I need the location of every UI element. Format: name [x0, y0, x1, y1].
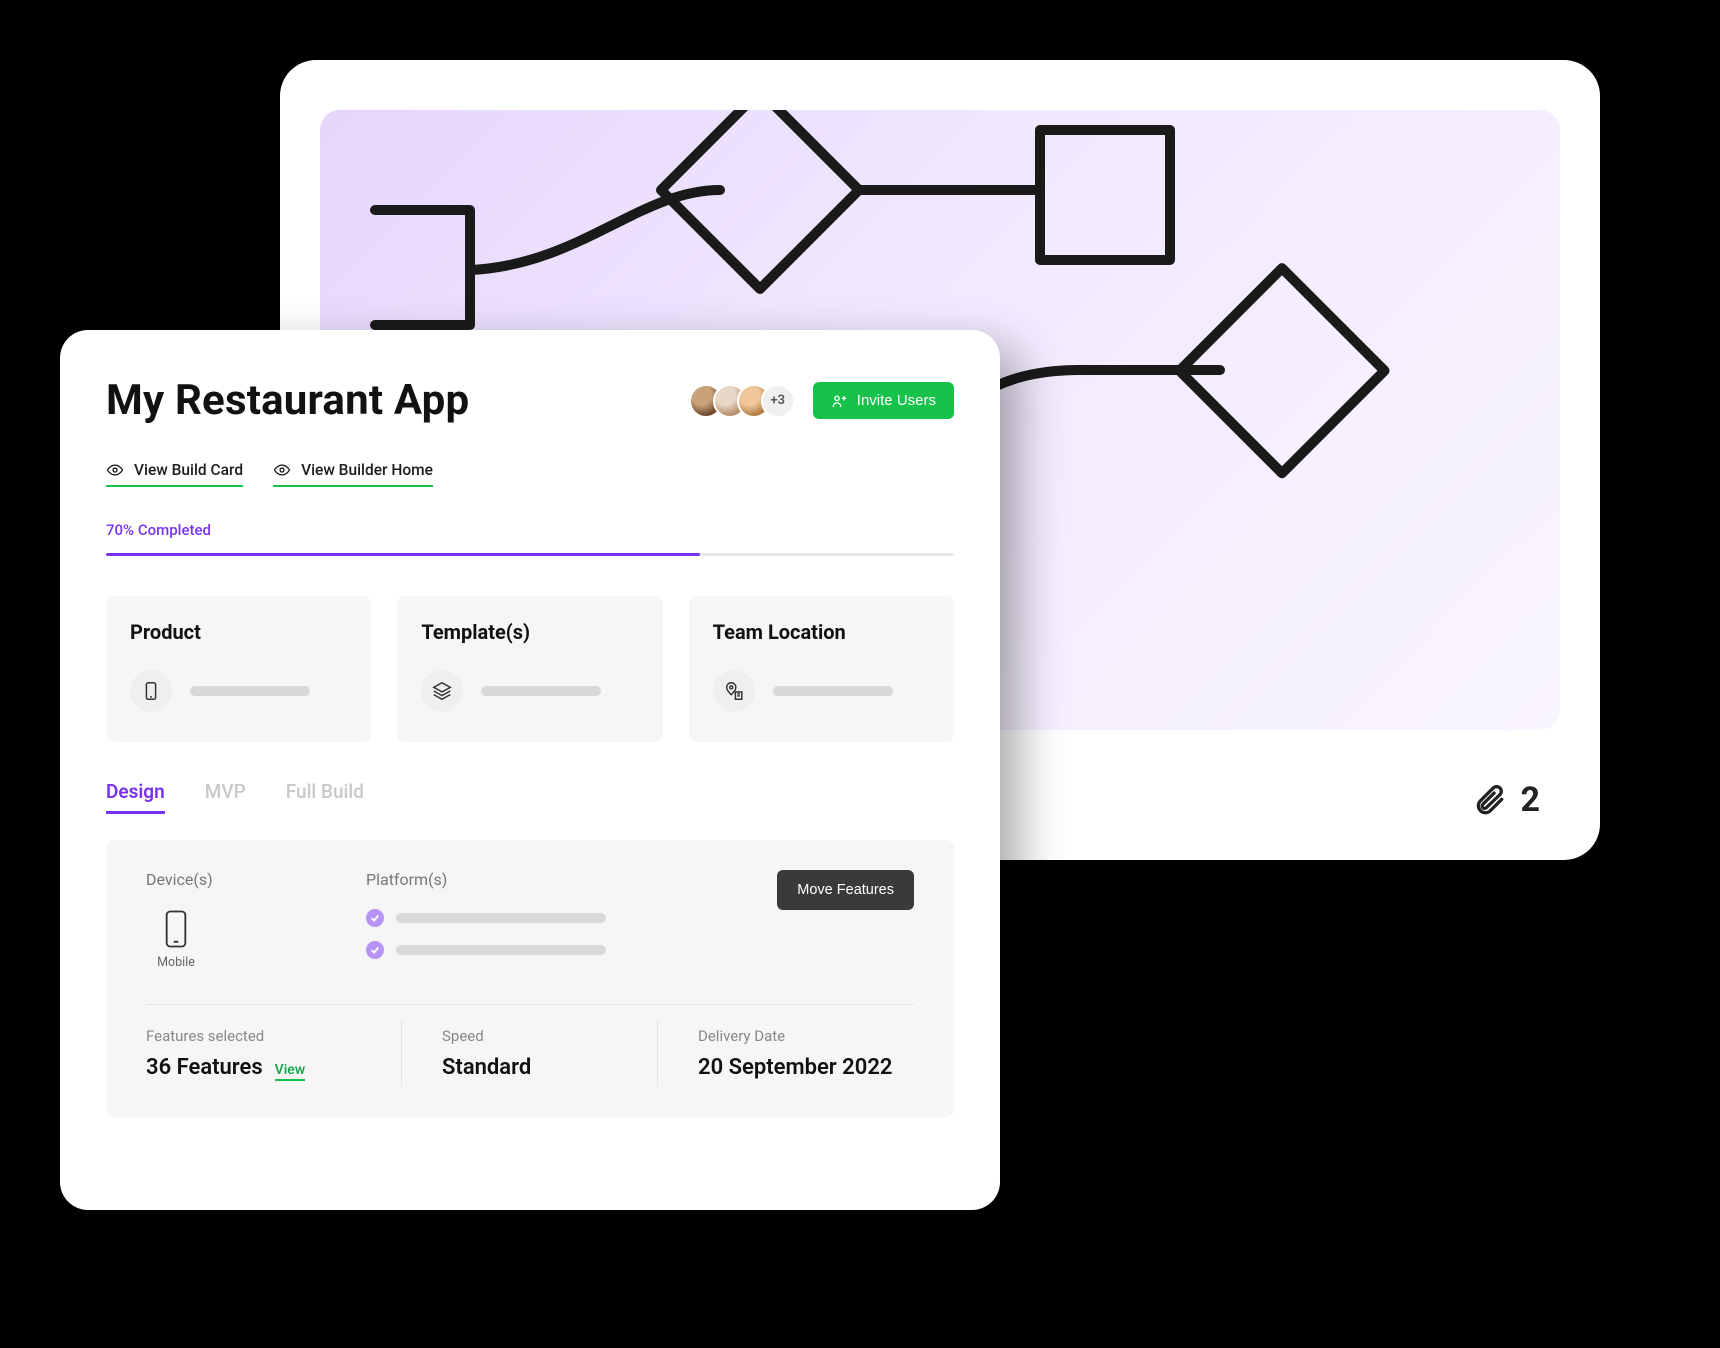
- placeholder-bar: [481, 686, 601, 696]
- mobile-icon: [140, 680, 162, 702]
- placeholder-bar: [396, 913, 606, 923]
- delivery-stat-value: 20 September 2022: [698, 1055, 892, 1080]
- info-cards-row: Product Template(s) Team Location: [106, 596, 954, 742]
- build-tabs: Design MVP Full Build: [106, 780, 954, 814]
- progress-bar: [106, 553, 954, 556]
- features-view-link[interactable]: View: [275, 1062, 306, 1081]
- product-icon-bubble: [130, 670, 172, 712]
- paperclip-icon: [1472, 783, 1506, 817]
- eye-icon: [106, 461, 124, 479]
- check-icon: [366, 909, 384, 927]
- dashboard-header: My Restaurant App +3 Invite Users: [106, 376, 954, 425]
- layers-icon: [431, 680, 453, 702]
- devices-column: Device(s) Mobile: [146, 870, 366, 970]
- app-title: My Restaurant App: [106, 376, 469, 425]
- attachments-count: 2: [1520, 780, 1540, 820]
- view-builder-home-link[interactable]: View Builder Home: [273, 461, 433, 487]
- check-icon: [366, 941, 384, 959]
- details-top-row: Device(s) Mobile Platform(s) Move Featur…: [146, 870, 914, 970]
- features-stat-label: Features selected: [146, 1027, 402, 1045]
- view-build-card-link[interactable]: View Build Card: [106, 461, 243, 487]
- templates-icon-bubble: [421, 670, 463, 712]
- speed-stat: Speed Standard: [402, 1027, 658, 1081]
- users-area: +3 Invite Users: [689, 382, 954, 419]
- tab-full-build[interactable]: Full Build: [286, 780, 364, 814]
- sublinks-row: View Build Card View Builder Home: [106, 461, 954, 487]
- devices-label: Device(s): [146, 870, 366, 889]
- user-plus-icon: [831, 393, 847, 409]
- team-location-card: Team Location: [689, 596, 954, 742]
- details-panel: Device(s) Mobile Platform(s) Move Featur…: [106, 840, 954, 1117]
- dashboard-card: My Restaurant App +3 Invite Users View B…: [60, 330, 1000, 1210]
- product-card-title: Product: [130, 620, 347, 644]
- platform-row: [366, 941, 777, 959]
- eye-icon: [273, 461, 291, 479]
- device-name: Mobile: [157, 955, 195, 970]
- invite-users-button[interactable]: Invite Users: [813, 382, 954, 419]
- templates-card: Template(s): [397, 596, 662, 742]
- avatar-stack: +3: [689, 384, 795, 418]
- placeholder-bar: [190, 686, 310, 696]
- location-building-icon: [723, 680, 745, 702]
- tab-mvp[interactable]: MVP: [205, 780, 246, 814]
- view-builder-home-label: View Builder Home: [301, 461, 433, 479]
- divider: [146, 1004, 914, 1005]
- attachments-indicator[interactable]: 2: [1472, 780, 1540, 820]
- speed-stat-value: Standard: [442, 1055, 531, 1080]
- placeholder-bar: [773, 686, 893, 696]
- features-stat-value: 36 Features: [146, 1055, 263, 1080]
- device-item: Mobile: [146, 909, 206, 970]
- view-build-card-label: View Build Card: [134, 461, 243, 479]
- progress-fill: [106, 553, 700, 556]
- move-features-button[interactable]: Move Features: [777, 870, 914, 910]
- delivery-stat: Delivery Date 20 September 2022: [658, 1027, 914, 1081]
- speed-stat-label: Speed: [442, 1027, 658, 1045]
- platforms-column: Platform(s): [366, 870, 777, 959]
- details-bottom-row: Features selected 36 Features View Speed…: [146, 1027, 914, 1081]
- platform-row: [366, 909, 777, 927]
- product-card: Product: [106, 596, 371, 742]
- team-icon-bubble: [713, 670, 755, 712]
- avatar-overflow[interactable]: +3: [761, 384, 795, 418]
- invite-users-label: Invite Users: [857, 392, 936, 409]
- team-location-card-title: Team Location: [713, 620, 930, 644]
- progress-label: 70% Completed: [106, 521, 954, 539]
- mobile-icon: [162, 909, 190, 949]
- tab-design[interactable]: Design: [106, 780, 165, 814]
- templates-card-title: Template(s): [421, 620, 638, 644]
- platforms-label: Platform(s): [366, 870, 777, 889]
- features-stat: Features selected 36 Features View: [146, 1027, 402, 1081]
- placeholder-bar: [396, 945, 606, 955]
- delivery-stat-label: Delivery Date: [698, 1027, 914, 1045]
